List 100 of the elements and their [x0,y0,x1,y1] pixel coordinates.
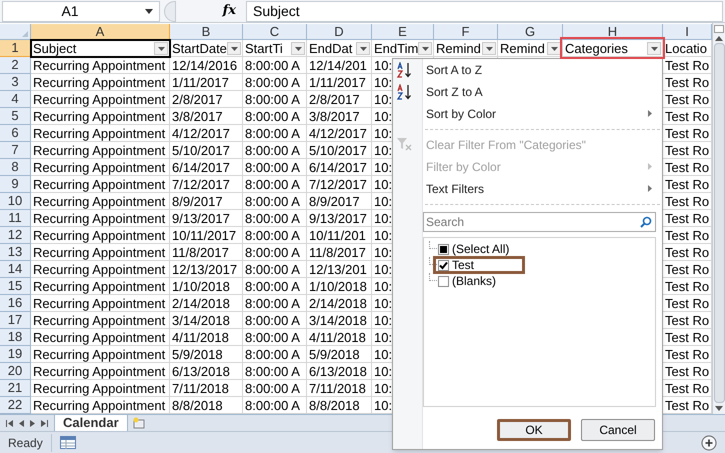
row-header[interactable]: 7 [0,142,31,159]
row-header[interactable]: 10 [0,193,31,210]
column-header[interactable]: G [498,24,563,40]
table-cell: 10: [374,244,392,261]
column-header[interactable]: F [434,24,498,40]
table-cell: 8:00:00 A [245,176,300,193]
column-title: Locatio [665,40,707,57]
menu-item[interactable]: Sort Z to A [423,81,662,103]
table-cell: 8:00:00 A [245,108,300,125]
split-handle[interactable] [714,25,724,33]
filter-dropdown-button[interactable] [227,42,241,55]
name-box[interactable]: A1 [2,0,160,22]
previous-sheet-icon[interactable] [19,420,24,426]
last-sheet-icon[interactable] [41,420,48,426]
table-cell: 6/13/2018 [309,363,367,380]
table-cell: 8:00:00 A [245,295,300,312]
zoom-in-icon[interactable] [701,434,717,450]
row-header[interactable]: 2 [0,57,31,74]
table-cell: 8:00:00 A [245,363,300,380]
filter-dropdown-button[interactable] [418,42,432,55]
table-cell: Recurring Appointment [33,176,166,193]
filter-dropdown-button[interactable] [154,42,168,55]
filter-dropdown-button[interactable] [356,42,370,55]
table-cell: 8/9/2017 [172,193,223,210]
row-header[interactable]: 22 [0,397,31,414]
expand-handle-icon[interactable] [164,0,176,22]
table-cell: 3/14/2018 [309,312,367,329]
row-header[interactable]: 16 [0,295,31,312]
row-header[interactable]: 11 [0,210,31,227]
column-title: StartTi [245,40,283,57]
row-header[interactable]: 5 [0,108,31,125]
row-header[interactable]: 8 [0,159,31,176]
row-header[interactable]: 18 [0,329,31,346]
scroll-up-icon[interactable] [715,36,723,41]
sheet-view-icon[interactable] [60,436,76,449]
row-header[interactable]: 3 [0,74,31,91]
row-header[interactable]: 19 [0,346,31,363]
row-header[interactable]: 17 [0,312,31,329]
caret-icon [422,46,428,50]
table-cell: 10: [374,91,392,108]
column-title: StartDate [172,40,227,57]
row-header[interactable]: 14 [0,261,31,278]
table-cell: 7/11/2018 [309,380,366,397]
row-header[interactable]: 4 [0,91,31,108]
table-cell: Test Ro [665,346,710,363]
new-sheet-icon[interactable] [132,417,146,429]
menu-item[interactable]: Sort by Color [423,103,662,125]
table-cell: Test Ro [665,312,710,329]
row-header[interactable]: 12 [0,227,31,244]
row-header[interactable]: 1 [0,40,31,57]
row-header[interactable]: 20 [0,363,31,380]
insert-function-button[interactable]: fx [222,1,236,21]
row-header[interactable]: 6 [0,125,31,142]
table-cell: 4/11/2018 [309,329,366,346]
menu-item[interactable]: Sort A to Z [423,59,662,81]
table-cell: Recurring Appointment [33,295,166,312]
column-header[interactable]: D [307,24,372,40]
filter-dropdown-button[interactable] [291,42,305,55]
filter-value-label[interactable]: (Select All) [452,240,510,258]
table-cell: Test Ro [665,210,710,227]
checkbox[interactable] [438,276,449,286]
table-cell: Recurring Appointment [33,57,166,74]
table-cell: 8:00:00 A [245,125,300,142]
cancel-button[interactable]: Cancel [581,419,655,441]
column-header[interactable]: I [663,24,712,40]
column-header[interactable]: A [31,24,170,40]
ok-button[interactable]: OK [497,419,571,441]
row-header[interactable]: 13 [0,244,31,261]
table-cell: 8/8/2018 [309,397,360,414]
table-cell: Test Ro [665,125,710,142]
checkbox[interactable] [438,244,449,254]
column-header[interactable]: E [372,24,434,40]
table-cell: 10: [374,278,392,295]
first-sheet-icon[interactable] [6,420,13,426]
checkbox[interactable] [438,260,449,270]
table-cell: 8:00:00 A [245,74,300,91]
table-cell: 1/11/2017 [172,74,229,91]
table-cell: 4/12/2017 [172,125,230,142]
next-sheet-icon[interactable] [30,420,35,426]
table-cell: 10: [374,363,392,380]
scroll-down-icon[interactable] [715,406,723,411]
table-cell: Test Ro [665,227,710,244]
filter-dropdown-button[interactable] [647,42,661,55]
row-header[interactable]: 15 [0,278,31,295]
filter-value-label[interactable]: Test [452,256,474,274]
filter-dropdown-button[interactable] [547,42,561,55]
search-field[interactable]: Search [423,212,656,232]
row-header[interactable]: 9 [0,176,31,193]
column-header[interactable]: B [170,24,243,40]
sheet-tab[interactable]: Calendar [54,415,128,431]
row-header[interactable]: 21 [0,380,31,397]
filter-dropdown-button[interactable] [482,42,496,55]
formula-field[interactable]: Subject [246,0,723,22]
menu-item[interactable]: Text Filters [423,178,662,200]
column-header[interactable]: C [243,24,307,40]
table-cell: 12/14/2016 [172,57,238,74]
filter-value-label[interactable]: (Blanks) [452,272,496,290]
column-title: Remind [500,40,545,57]
column-title: EndTim [374,40,418,57]
table-cell: 8:00:00 A [245,312,300,329]
